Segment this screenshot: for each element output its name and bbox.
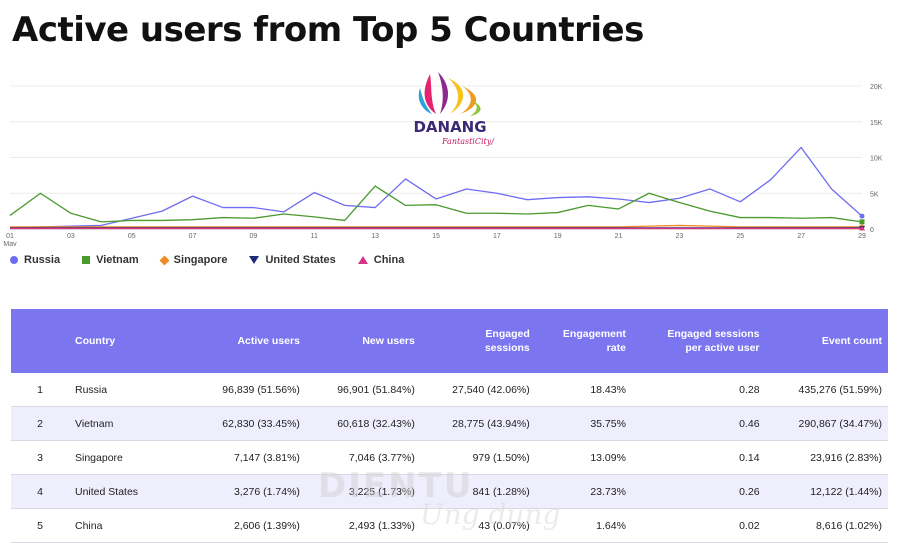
header-rank (11, 309, 69, 373)
legend-marker-singapore (159, 255, 170, 265)
cell-new-users: 60,618 (32.43%) (305, 406, 421, 441)
x-tick-label: 15 (432, 233, 440, 240)
x-tick-label: 29 (858, 233, 866, 240)
watermark-sub: Ung dung (420, 498, 561, 531)
cell-engagement-rate: 18.43% (535, 373, 632, 407)
cell-active-users: 96,839 (51.56%) (191, 373, 306, 407)
cell-new-users: 2,493 (1.33%) (305, 508, 421, 543)
x-tick-label: 03 (67, 233, 75, 240)
series-line-singapore (10, 224, 862, 228)
y-tick-label: 5K (870, 191, 879, 198)
table-row[interactable]: 2 Vietnam 62,830 (33.45%) 60,618 (32.43%… (11, 406, 888, 441)
x-tick-label: 01 (6, 233, 14, 240)
cell-engaged-per-user: 0.28 (631, 373, 766, 407)
header-new-users[interactable]: New users (306, 309, 421, 373)
legend-label-united-states: United States (265, 254, 336, 266)
legend-label-russia: Russia (24, 254, 61, 266)
cell-engaged-per-user: 0.46 (631, 406, 766, 441)
cell-new-users: 96,901 (51.84%) (305, 373, 421, 407)
series-line-russia (9, 146, 863, 229)
cell-country: Russia (69, 373, 191, 407)
header-engaged-per-user[interactable]: Engaged sessions per active user (632, 309, 766, 373)
cell-country: China (69, 508, 191, 543)
x-tick-label: 25 (736, 233, 744, 240)
chart-legend: Russia Vietnam Singapore United States C… (10, 254, 404, 266)
cell-rank: 1 (11, 373, 69, 407)
x-tick-label: 13 (371, 233, 379, 240)
cell-rank: 2 (11, 406, 69, 441)
danang-logo: DANANG FantastiCity/ (400, 70, 500, 150)
x-tick-label: 09 (250, 233, 258, 240)
x-tick-label: 23 (676, 233, 684, 240)
y-tick-label: 0 (870, 227, 874, 234)
legend-label-vietnam: Vietnam (96, 254, 139, 266)
x-tick-label: 17 (493, 233, 501, 240)
cell-event-count: 290,867 (34.47%) (765, 406, 888, 441)
legend-marker-china (357, 256, 368, 264)
legend-label-china: China (373, 254, 405, 266)
cell-event-count: 12,122 (1.44%) (765, 474, 888, 509)
legend-marker-russia (10, 256, 18, 264)
cell-country: Vietnam (69, 406, 191, 441)
header-engagement-rate[interactable]: Engagement rate (536, 309, 632, 373)
x-sublabel: May (3, 241, 17, 246)
header-engaged-sessions[interactable]: Engaged sessions (421, 309, 536, 373)
y-tick-label: 15K (870, 120, 883, 127)
x-tick-label: 21 (615, 233, 623, 240)
legend-label-singapore: Singapore (173, 254, 228, 266)
header-active-users[interactable]: Active users (191, 309, 306, 373)
x-tick-label: 19 (554, 233, 562, 240)
legend-item-singapore[interactable]: Singapore (159, 254, 228, 266)
cell-country: Singapore (69, 440, 191, 475)
cell-engaged-per-user: 0.26 (631, 474, 766, 509)
legend-marker-united-states (249, 256, 260, 264)
cell-engagement-rate: 13.09% (535, 440, 632, 475)
cell-rank: 4 (11, 474, 69, 509)
page-title: Active users from Top 5 Countries (12, 10, 644, 50)
cell-event-count: 23,916 (2.83%) (765, 440, 888, 475)
cell-engaged-sessions: 27,540 (42.06%) (420, 373, 536, 407)
legend-item-china[interactable]: China (357, 254, 405, 266)
end-marker-vietnam (859, 219, 865, 225)
legend-marker-vietnam (82, 256, 91, 264)
cell-engaged-per-user: 0.02 (631, 508, 766, 543)
cell-active-users: 2,606 (1.39%) (191, 508, 306, 543)
cell-engaged-sessions: 28,775 (43.94%) (420, 406, 536, 441)
y-tick-label: 10K (870, 156, 883, 163)
header-event-count[interactable]: Event count (766, 309, 888, 373)
cell-rank: 3 (11, 440, 69, 475)
header-country[interactable]: Country (69, 309, 191, 373)
cell-country: United States (69, 474, 191, 509)
table-header-row: Country Active users New users Engaged se… (11, 309, 888, 373)
cell-rank: 5 (11, 508, 69, 543)
cell-event-count: 435,276 (51.59%) (765, 373, 888, 407)
legend-item-russia[interactable]: Russia (10, 254, 60, 266)
cell-engaged-per-user: 0.14 (631, 440, 766, 475)
danang-logo-icon: DANANG FantastiCity/ (413, 72, 495, 146)
cell-active-users: 62,830 (33.45%) (191, 406, 306, 441)
logo-subtext: FantastiCity/ (441, 137, 495, 146)
cell-event-count: 8,616 (1.02%) (765, 508, 888, 543)
x-tick-label: 11 (311, 233, 318, 240)
end-marker-russia (859, 213, 865, 219)
x-tick-label: 27 (797, 233, 805, 240)
logo-text: DANANG (413, 118, 486, 136)
cell-active-users: 7,147 (3.81%) (191, 440, 306, 475)
cell-engagement-rate: 35.75% (535, 406, 632, 441)
x-tick-label: 07 (189, 233, 197, 240)
legend-item-united-states[interactable]: United States (249, 254, 336, 266)
x-tick-label: 05 (128, 233, 136, 240)
legend-item-vietnam[interactable]: Vietnam (82, 254, 139, 266)
y-tick-label: 20K (870, 84, 883, 91)
table-row[interactable]: 1 Russia 96,839 (51.56%) 96,901 (51.84%)… (11, 373, 888, 407)
cell-active-users: 3,276 (1.74%) (191, 474, 306, 509)
